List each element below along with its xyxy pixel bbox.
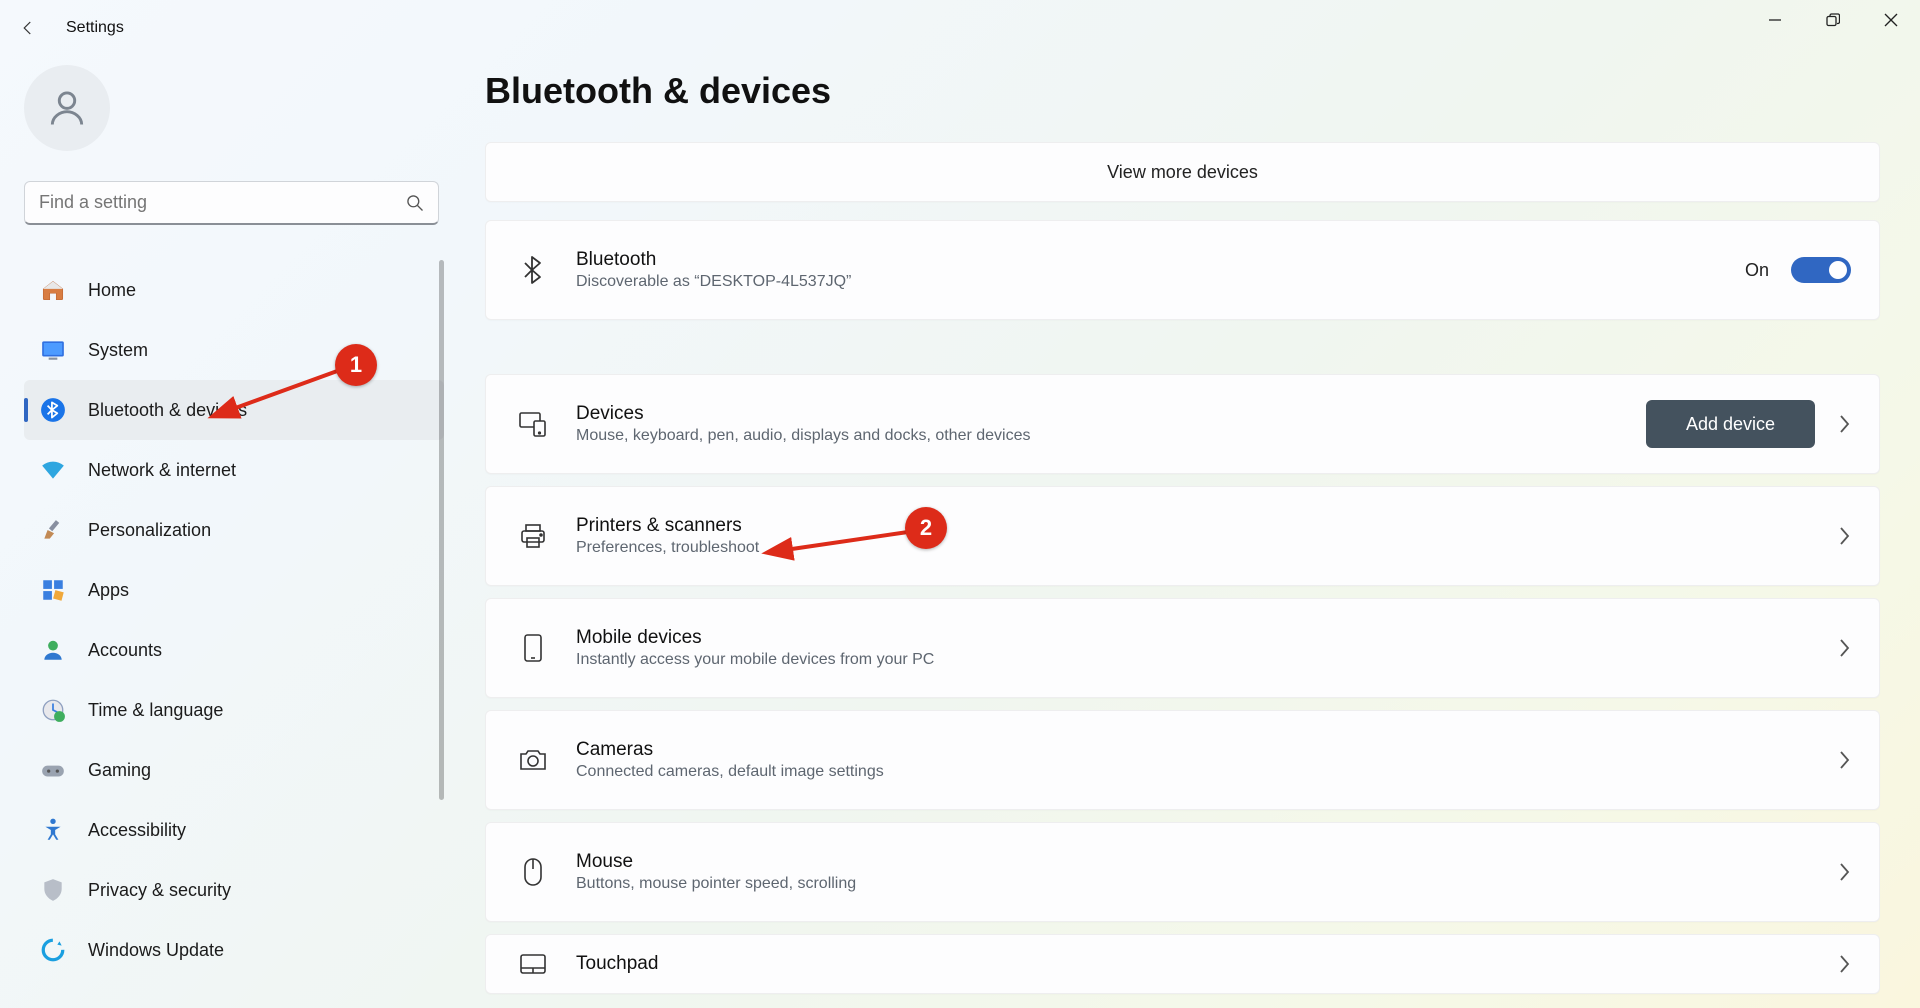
touchpad-title: Touchpad <box>576 953 1837 975</box>
accessibility-icon <box>38 815 68 845</box>
sidebar: Home System Bluetooth & devices Network … <box>0 60 445 1008</box>
phone-icon <box>514 633 552 663</box>
sidebar-item-windows-update[interactable]: Windows Update <box>24 920 444 980</box>
chevron-right-icon <box>1837 414 1851 434</box>
mobile-devices-card[interactable]: Mobile devices Instantly access your mob… <box>485 598 1880 698</box>
minimize-button[interactable] <box>1746 0 1804 40</box>
search-field-wrap <box>24 181 439 225</box>
maximize-button[interactable] <box>1804 0 1862 40</box>
bluetooth-state-label: On <box>1745 260 1769 281</box>
clock-globe-icon <box>38 695 68 725</box>
minimize-icon <box>1768 13 1782 27</box>
mouse-card[interactable]: Mouse Buttons, mouse pointer speed, scro… <box>485 822 1880 922</box>
bluetooth-card: Bluetooth Discoverable as “DESKTOP-4L537… <box>485 220 1880 320</box>
sidebar-item-privacy-security[interactable]: Privacy & security <box>24 860 444 920</box>
shield-icon <box>38 875 68 905</box>
sidebar-item-apps[interactable]: Apps <box>24 560 444 620</box>
sidebar-item-time-language[interactable]: Time & language <box>24 680 444 740</box>
sidebar-item-label: Network & internet <box>88 460 236 481</box>
mobile-sub: Instantly access your mobile devices fro… <box>576 651 1837 669</box>
sidebar-item-label: Windows Update <box>88 940 224 961</box>
paintbrush-icon <box>38 515 68 545</box>
sidebar-item-personalization[interactable]: Personalization <box>24 500 444 560</box>
sidebar-item-accounts[interactable]: Accounts <box>24 620 444 680</box>
mouse-sub: Buttons, mouse pointer speed, scrolling <box>576 875 1837 893</box>
back-button[interactable] <box>0 0 56 56</box>
search-icon <box>405 193 425 213</box>
chevron-right-icon <box>1837 750 1851 770</box>
sidebar-item-label: Apps <box>88 580 129 601</box>
sidebar-item-label: Privacy & security <box>88 880 231 901</box>
devices-title: Devices <box>576 403 1646 425</box>
accounts-icon <box>38 635 68 665</box>
cameras-title: Cameras <box>576 739 1837 761</box>
cameras-sub: Connected cameras, default image setting… <box>576 763 1837 781</box>
sidebar-item-label: Gaming <box>88 760 151 781</box>
printers-scanners-card[interactable]: Printers & scanners Preferences, trouble… <box>485 486 1880 586</box>
camera-icon <box>514 747 552 773</box>
page-title: Bluetooth & devices <box>485 70 1880 112</box>
update-icon <box>38 935 68 965</box>
chevron-right-icon <box>1837 954 1851 974</box>
sidebar-item-home[interactable]: Home <box>24 260 444 320</box>
sidebar-item-label: Time & language <box>88 700 223 721</box>
printer-icon <box>514 522 552 550</box>
touchpad-card[interactable]: Touchpad <box>485 934 1880 994</box>
bluetooth-title: Bluetooth <box>576 249 1745 271</box>
devices-card[interactable]: Devices Mouse, keyboard, pen, audio, dis… <box>485 374 1880 474</box>
close-button[interactable] <box>1862 0 1920 40</box>
printers-sub: Preferences, troubleshoot <box>576 539 1837 557</box>
add-device-button[interactable]: Add device <box>1646 400 1815 448</box>
devices-icon <box>514 409 552 439</box>
annotation-badge-2: 2 <box>905 507 947 549</box>
bluetooth-toggle[interactable] <box>1791 257 1851 283</box>
devices-sub: Mouse, keyboard, pen, audio, displays an… <box>576 427 1646 445</box>
title-bar: Settings <box>0 0 1920 56</box>
bluetooth-icon <box>38 395 68 425</box>
sidebar-item-label: System <box>88 340 148 361</box>
chevron-right-icon <box>1837 526 1851 546</box>
chevron-right-icon <box>1837 638 1851 658</box>
wifi-icon <box>38 455 68 485</box>
sidebar-item-gaming[interactable]: Gaming <box>24 740 444 800</box>
mouse-icon <box>514 857 552 887</box>
window-controls <box>1746 0 1920 40</box>
sidebar-scrollbar[interactable] <box>439 260 444 800</box>
printers-title: Printers & scanners <box>576 515 1837 537</box>
apps-icon <box>38 575 68 605</box>
sidebar-item-label: Accessibility <box>88 820 186 841</box>
home-icon <box>38 275 68 305</box>
annotation-arrow-2 <box>770 518 920 568</box>
user-avatar[interactable] <box>24 65 110 151</box>
arrow-left-icon <box>19 19 37 37</box>
bluetooth-card-body: Bluetooth Discoverable as “DESKTOP-4L537… <box>576 249 1745 291</box>
person-icon <box>45 86 89 130</box>
annotation-arrow-1 <box>215 355 355 425</box>
window-title: Settings <box>66 19 124 37</box>
touchpad-icon <box>514 953 552 975</box>
close-icon <box>1884 13 1898 27</box>
mobile-title: Mobile devices <box>576 627 1837 649</box>
main-content: Bluetooth & devices View more devices Bl… <box>485 70 1880 1008</box>
cameras-card[interactable]: Cameras Connected cameras, default image… <box>485 710 1880 810</box>
sidebar-item-label: Home <box>88 280 136 301</box>
gamepad-icon <box>38 755 68 785</box>
annotation-badge-1: 1 <box>335 344 377 386</box>
view-more-label: View more devices <box>1107 162 1258 183</box>
system-icon <box>38 335 68 365</box>
view-more-devices-link[interactable]: View more devices <box>485 142 1880 202</box>
sidebar-item-label: Personalization <box>88 520 211 541</box>
sidebar-item-network[interactable]: Network & internet <box>24 440 444 500</box>
mouse-title: Mouse <box>576 851 1837 873</box>
bluetooth-glyph-icon <box>514 255 552 285</box>
maximize-icon <box>1826 13 1840 27</box>
chevron-right-icon <box>1837 862 1851 882</box>
bluetooth-sub: Discoverable as “DESKTOP-4L537JQ” <box>576 273 1745 291</box>
sidebar-item-label: Accounts <box>88 640 162 661</box>
sidebar-item-accessibility[interactable]: Accessibility <box>24 800 444 860</box>
search-input[interactable] <box>24 181 439 225</box>
